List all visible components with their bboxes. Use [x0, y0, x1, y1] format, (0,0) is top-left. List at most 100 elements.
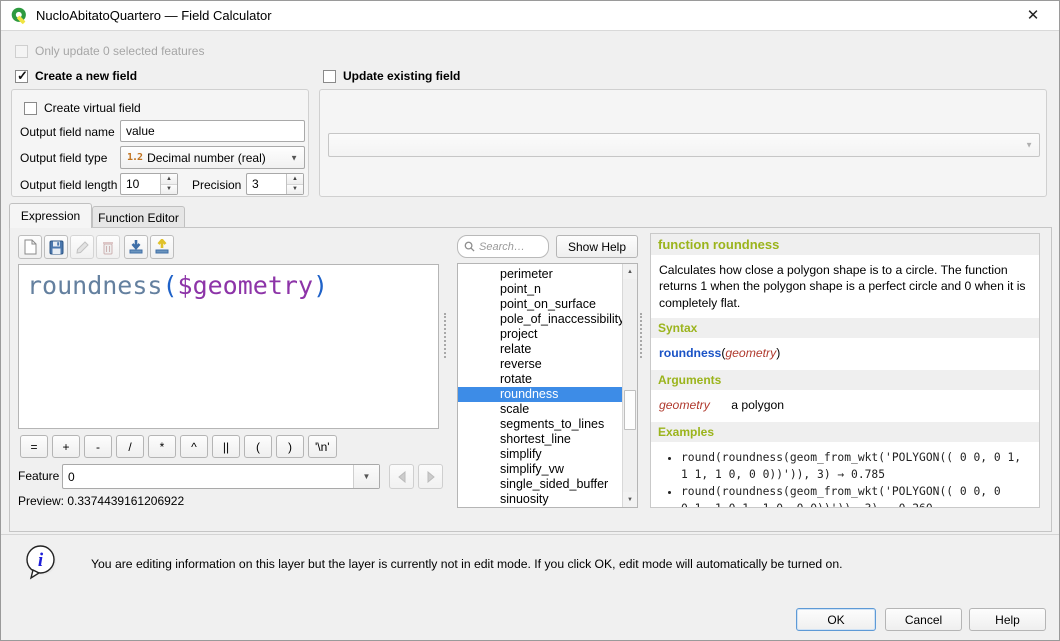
export-expression-button[interactable]: [150, 235, 174, 259]
preview-label: Preview:: [18, 494, 64, 508]
scroll-down-icon[interactable]: ▼: [623, 492, 637, 507]
output-field-length-spinner[interactable]: ▲▼: [120, 173, 178, 195]
operator-button[interactable]: '\n': [308, 435, 337, 458]
spinner-arrows[interactable]: ▲▼: [160, 174, 177, 194]
function-list-item[interactable]: shortest_line: [458, 432, 637, 447]
precision-spinner[interactable]: ▲▼: [246, 173, 304, 195]
precision-input[interactable]: [247, 174, 286, 194]
create-new-field-label: Create a new field: [35, 69, 137, 83]
function-list-item[interactable]: single_sided_buffer: [458, 477, 637, 492]
search-icon: [464, 241, 475, 252]
expression-tab-pane: roundness($geometry) =+-/*^||()'\n' Feat…: [9, 227, 1052, 532]
output-field-name-input[interactable]: [120, 120, 305, 142]
operator-button[interactable]: ||: [212, 435, 240, 458]
function-list-item[interactable]: point_n: [458, 282, 637, 297]
import-expression-icon: [128, 239, 144, 255]
arrow-left-icon: [396, 471, 408, 483]
splitter-handle[interactable]: [444, 313, 448, 358]
field-calculator-dialog: NucloAbitatoQuartero — Field Calculator …: [0, 0, 1060, 641]
expression-editor[interactable]: roundness($geometry): [18, 264, 439, 429]
operator-button[interactable]: +: [52, 435, 80, 458]
function-list-scrollbar[interactable]: ▲ ▼: [622, 264, 637, 507]
function-list-item[interactable]: segments_to_lines: [458, 417, 637, 432]
operator-button[interactable]: -: [84, 435, 112, 458]
update-existing-field-checkbox[interactable]: Update existing field: [323, 69, 460, 83]
ok-button[interactable]: OK: [796, 608, 876, 631]
import-expression-button[interactable]: [124, 235, 148, 259]
operator-button[interactable]: ): [276, 435, 304, 458]
spin-down-icon[interactable]: ▼: [287, 185, 303, 195]
spin-up-icon[interactable]: ▲: [287, 174, 303, 185]
tab-expression-label: Expression: [21, 209, 80, 223]
chevron-down-icon[interactable]: ▼: [353, 465, 379, 488]
chevron-down-icon: ▼: [1025, 141, 1033, 150]
argument-row: geometry a polygon: [651, 390, 1039, 420]
feature-combobox[interactable]: ▼: [62, 464, 380, 489]
function-list-item[interactable]: sinuosity: [458, 492, 637, 507]
example-item: round(roundness(geom_from_wkt('POLYGON((…: [681, 484, 1031, 508]
function-list-item[interactable]: simplify: [458, 447, 637, 462]
new-expression-button[interactable]: [18, 235, 42, 259]
tab-expression[interactable]: Expression: [9, 203, 92, 228]
output-field-length-input[interactable]: [121, 174, 160, 194]
function-list-item[interactable]: roundness: [458, 387, 637, 402]
examples-heading: Examples: [651, 422, 1039, 442]
argument-description: a polygon: [731, 398, 784, 412]
function-list-item[interactable]: scale: [458, 402, 637, 417]
checkbox-box[interactable]: [323, 70, 336, 83]
function-search[interactable]: [457, 235, 549, 258]
search-input[interactable]: [479, 241, 537, 253]
create-virtual-field-checkbox[interactable]: Create virtual field: [24, 101, 141, 115]
tab-function-editor[interactable]: Function Editor: [92, 206, 185, 228]
expression-token: $geometry: [178, 271, 313, 300]
scroll-up-icon[interactable]: ▲: [623, 264, 637, 279]
operator-button[interactable]: ^: [180, 435, 208, 458]
operator-row: =+-/*^||()'\n': [20, 435, 337, 458]
argument-name: geometry: [659, 398, 710, 412]
save-expression-button[interactable]: [44, 235, 68, 259]
syntax-line: roundness(geometry): [651, 338, 1039, 368]
operator-button[interactable]: /: [116, 435, 144, 458]
spin-down-icon[interactable]: ▼: [161, 185, 177, 195]
splitter-handle[interactable]: [640, 313, 644, 358]
function-list[interactable]: perimeterpoint_npoint_on_surfacepole_of_…: [457, 263, 638, 508]
scrollbar-thumb[interactable]: [624, 390, 636, 430]
example-item: round(roundness(geom_from_wkt('POLYGON((…: [681, 450, 1031, 484]
close-icon[interactable]: ✕: [1019, 5, 1047, 27]
create-new-field-checkbox[interactable]: Create a new field: [15, 69, 137, 83]
operator-button[interactable]: *: [148, 435, 176, 458]
spinner-arrows[interactable]: ▲▼: [286, 174, 303, 194]
show-help-button[interactable]: Show Help: [556, 235, 638, 258]
chevron-down-icon: ▼: [290, 153, 298, 162]
function-list-item[interactable]: reverse: [458, 357, 637, 372]
preview-value: 0.3374439161206922: [67, 494, 184, 508]
spin-up-icon[interactable]: ▲: [161, 174, 177, 185]
function-list-item[interactable]: point_on_surface: [458, 297, 637, 312]
arguments-heading: Arguments: [651, 370, 1039, 390]
create-virtual-field-label: Create virtual field: [44, 101, 141, 115]
checkbox-box[interactable]: [24, 102, 37, 115]
feature-input[interactable]: [63, 465, 353, 488]
function-list-item[interactable]: relate: [458, 342, 637, 357]
decimal-type-icon: 1.2: [127, 152, 142, 163]
function-list-item[interactable]: simplify_vw: [458, 462, 637, 477]
qgis-logo-icon: [11, 7, 28, 24]
function-list-item[interactable]: pole_of_inaccessibility: [458, 312, 637, 327]
save-expression-icon: [49, 240, 64, 255]
svg-text:i: i: [38, 550, 44, 571]
expression-token: (: [162, 271, 177, 300]
title-bar[interactable]: NucloAbitatoQuartero — Field Calculator …: [1, 1, 1059, 31]
help-title: function roundness: [651, 234, 1039, 255]
operator-button[interactable]: =: [20, 435, 48, 458]
info-icon: i: [25, 544, 59, 582]
function-list-item[interactable]: perimeter: [458, 267, 637, 282]
function-list-item[interactable]: project: [458, 327, 637, 342]
function-list-item[interactable]: rotate: [458, 372, 637, 387]
help-button[interactable]: Help: [969, 608, 1046, 631]
cancel-button[interactable]: Cancel: [885, 608, 962, 631]
operator-button[interactable]: (: [244, 435, 272, 458]
new-expression-icon: [23, 239, 38, 255]
output-field-type-dropdown[interactable]: 1.2 Decimal number (real) ▼: [120, 146, 305, 169]
expression-token: roundness: [27, 271, 162, 300]
checkbox-box[interactable]: [15, 70, 28, 83]
